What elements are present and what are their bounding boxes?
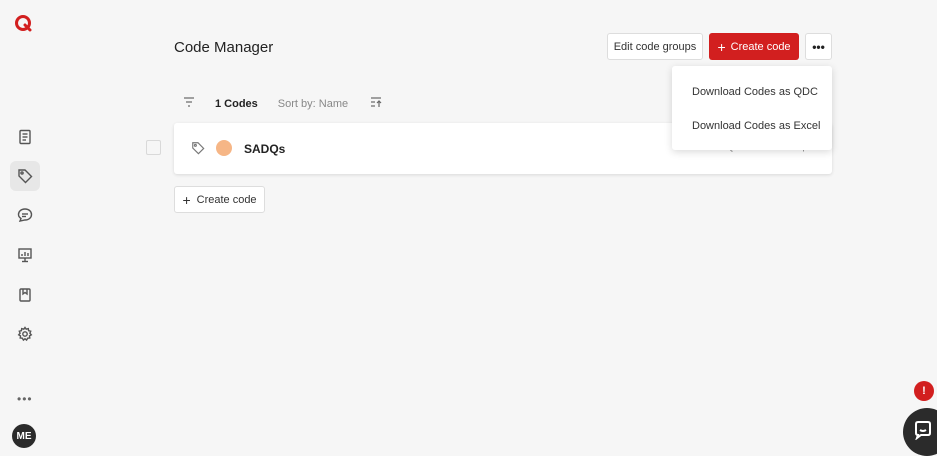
menu-item-download-qdc[interactable]: Download Codes as QDC <box>692 86 818 98</box>
code-name: SADQs <box>244 142 286 156</box>
code-row-checkbox[interactable] <box>146 140 161 155</box>
left-sidebar: ••• ME <box>0 0 48 452</box>
add-code-label: Create code <box>196 193 257 206</box>
sidebar-item-settings[interactable] <box>10 319 40 349</box>
document-icon <box>19 129 31 145</box>
comment-icon <box>17 208 33 222</box>
menu-item-download-excel[interactable]: Download Codes as Excel <box>692 120 820 132</box>
app-logo-icon[interactable] <box>14 14 32 32</box>
notification-badge[interactable]: ! <box>914 381 934 401</box>
create-code-label: Create code <box>730 40 791 53</box>
plus-icon: + <box>182 191 191 208</box>
create-code-button[interactable]: + Create code <box>709 33 799 60</box>
code-color-swatch[interactable] <box>216 140 232 156</box>
sort-dropdown[interactable]: Sort by: Name <box>278 98 348 110</box>
sort-direction-icon[interactable] <box>370 96 382 111</box>
sidebar-item-memos[interactable] <box>10 200 40 230</box>
tag-icon <box>18 169 33 184</box>
sidebar-item-charts[interactable] <box>10 240 40 270</box>
code-count: 1 Codes <box>215 97 258 110</box>
filter-icon[interactable] <box>183 96 195 111</box>
chat-launcher-button[interactable] <box>903 408 937 456</box>
edit-code-groups-button[interactable]: Edit code groups <box>607 33 703 60</box>
gear-icon <box>17 326 33 342</box>
more-options-icon[interactable]: ••• <box>17 392 33 406</box>
sidebar-item-documents[interactable] <box>10 122 40 152</box>
chat-icon <box>915 421 931 440</box>
avatar[interactable]: ME <box>12 424 36 448</box>
more-actions-menu: Download Codes as QDC Download Codes as … <box>672 66 832 150</box>
more-actions-button[interactable]: ••• <box>805 33 832 60</box>
sidebar-item-codes[interactable] <box>10 161 40 191</box>
page-title: Code Manager <box>174 39 274 56</box>
tag-icon <box>191 141 205 155</box>
presentation-chart-icon <box>18 248 32 263</box>
add-code-button[interactable]: + Create code <box>174 186 265 213</box>
sidebar-item-bookmarks[interactable] <box>10 280 40 310</box>
code-list-toolbar: 1 Codes Sort by: Name <box>183 96 382 111</box>
plus-icon: + <box>717 38 726 55</box>
bookmark-icon <box>19 288 31 302</box>
